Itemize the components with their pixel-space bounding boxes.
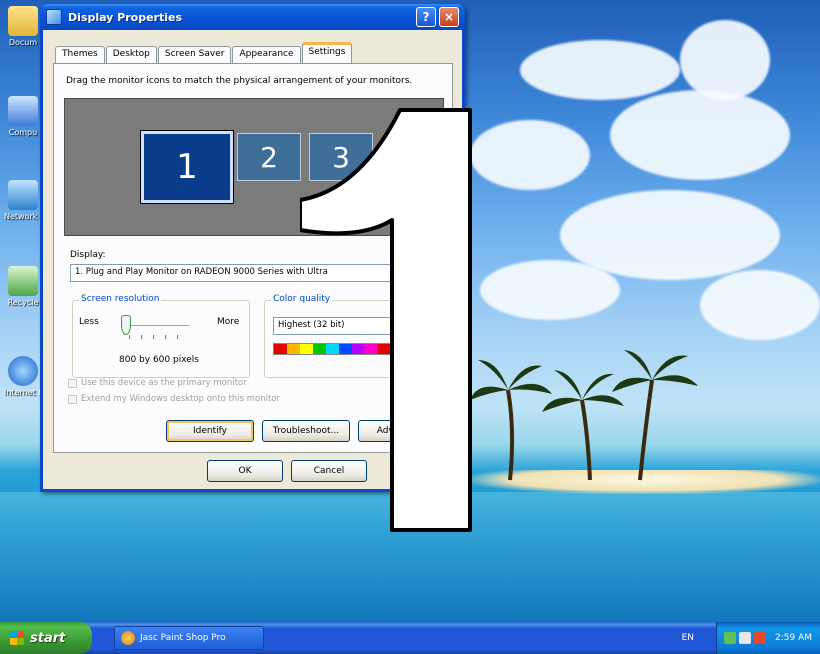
resolution-slider-ticks: [129, 335, 189, 339]
monitor-2[interactable]: 2: [237, 133, 301, 181]
desktop-icon-recycle[interactable]: Recycle: [4, 266, 42, 307]
ok-button[interactable]: OK: [207, 460, 283, 482]
clock[interactable]: 2:59 AM: [775, 633, 812, 643]
network-icon: [8, 180, 38, 210]
close-button[interactable]: ×: [439, 7, 459, 27]
screen-resolution-legend: Screen resolution: [79, 294, 162, 304]
desktop-icon-network[interactable]: Network Places: [4, 180, 42, 221]
screen-resolution-group: Screen resolution Less More 800 by 600 p…: [72, 294, 250, 378]
computer-icon: [8, 96, 38, 126]
tab-screen-saver[interactable]: Screen Saver: [157, 46, 232, 64]
security-tray-icon[interactable]: [754, 632, 766, 644]
taskbar-item-paint-shop-pro[interactable]: Jasc Paint Shop Pro: [114, 626, 264, 650]
cloud: [680, 20, 770, 100]
windows-logo-icon: [10, 631, 24, 645]
extend-desktop-checkbox[interactable]: [68, 394, 77, 404]
tab-strip: Themes Desktop Screen Saver Appearance S…: [55, 42, 353, 64]
primary-monitor-checkbox[interactable]: [68, 378, 77, 388]
network-tray-icon[interactable]: [724, 632, 736, 644]
instruction-text: Drag the monitor icons to match the phys…: [66, 76, 413, 86]
display-properties-icon: [46, 9, 62, 25]
cloud: [610, 90, 790, 180]
resolution-value: 800 by 600 pixels: [119, 355, 199, 365]
resolution-less-label: Less: [79, 317, 99, 327]
tab-desktop[interactable]: Desktop: [105, 46, 157, 64]
cloud: [480, 260, 620, 320]
monitor-1[interactable]: 1: [140, 130, 234, 204]
resolution-slider[interactable]: [121, 315, 131, 335]
recycle-bin-icon: [8, 266, 38, 296]
extend-desktop-checkbox-row[interactable]: Extend my Windows desktop onto this moni…: [68, 394, 280, 404]
cloud: [520, 40, 680, 100]
primary-monitor-checkbox-row[interactable]: Use this device as the primary monitor: [68, 378, 247, 388]
tab-appearance[interactable]: Appearance: [232, 46, 301, 64]
cloud: [700, 270, 820, 340]
desktop-icon-computer[interactable]: Compu: [4, 96, 42, 137]
identify-monitor-number-overlay: [300, 108, 472, 532]
window-title: Display Properties: [68, 10, 183, 24]
start-label: start: [30, 630, 66, 646]
palm-trees-image: [470, 350, 698, 481]
language-indicator[interactable]: EN: [682, 633, 694, 643]
paint-shop-pro-icon: [121, 631, 135, 645]
folder-icon: [8, 6, 38, 36]
help-button[interactable]: ?: [416, 7, 436, 27]
primary-monitor-label: Use this device as the primary monitor: [81, 378, 247, 388]
desktop-icon-documents[interactable]: Docum: [4, 6, 42, 47]
tab-settings[interactable]: Settings: [301, 42, 353, 64]
desktop-icon-internet-explorer[interactable]: Internet Explorer: [4, 356, 42, 397]
display-label: Display:: [70, 250, 106, 260]
start-button[interactable]: start: [0, 622, 92, 654]
extend-desktop-label: Extend my Windows desktop onto this moni…: [81, 394, 281, 404]
task-item-label: Jasc Paint Shop Pro: [140, 633, 226, 643]
tab-themes[interactable]: Themes: [55, 46, 105, 64]
taskbar: start Jasc Paint Shop Pro EN 2:59 AM: [0, 622, 820, 654]
volume-tray-icon[interactable]: [739, 632, 751, 644]
resolution-slider-track: [129, 325, 189, 327]
resolution-more-label: More: [217, 317, 240, 327]
internet-explorer-icon: [8, 356, 38, 386]
identify-button[interactable]: Identify: [166, 420, 254, 442]
cloud: [470, 120, 590, 190]
system-tray: 2:59 AM: [716, 622, 820, 654]
title-bar[interactable]: Display Properties ? ×: [40, 4, 465, 30]
